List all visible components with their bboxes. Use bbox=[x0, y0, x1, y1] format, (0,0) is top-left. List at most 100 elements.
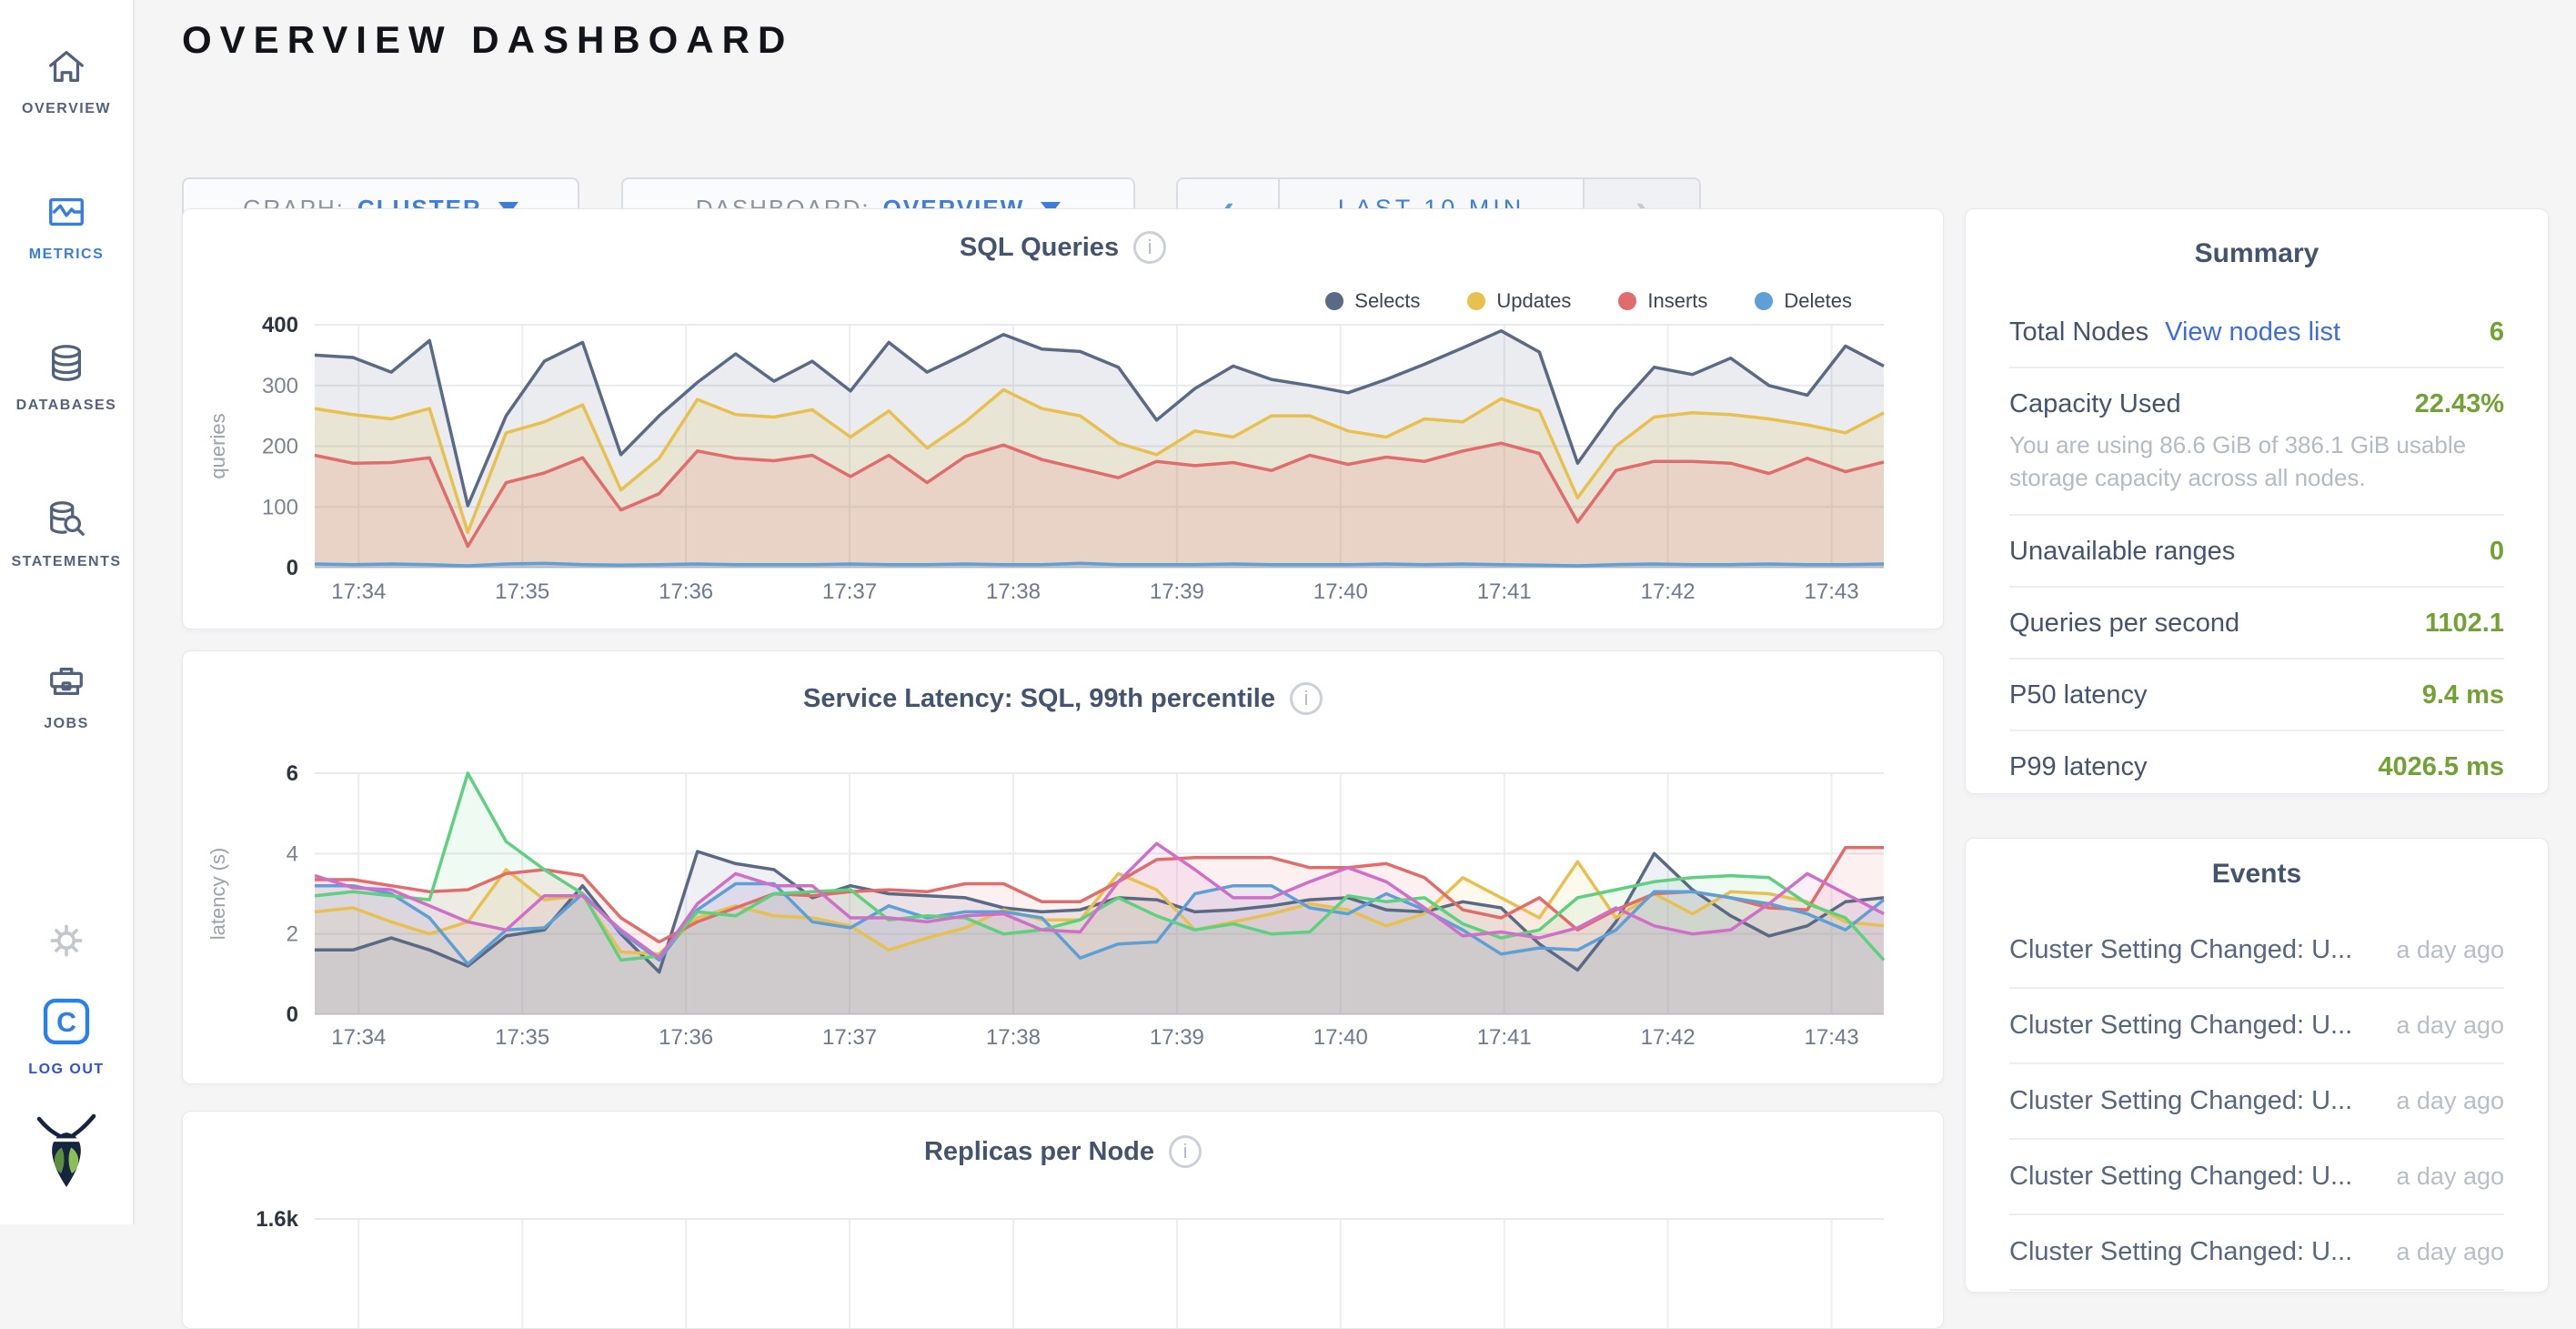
sidebar-item-label: DATABASES bbox=[16, 398, 117, 414]
info-icon[interactable]: i bbox=[1169, 1135, 1202, 1168]
svg-text:17:37: 17:37 bbox=[822, 1025, 877, 1050]
sidebar-item-label: METRICS bbox=[29, 247, 105, 263]
cockroach-bug-icon bbox=[28, 1113, 105, 1200]
summary-row-unavailable-ranges: Unavailable ranges 0 bbox=[2009, 516, 2504, 588]
logout-button[interactable]: C LOG OUT bbox=[0, 995, 133, 1078]
sidebar-item-overview[interactable]: OVERVIEW bbox=[0, 45, 133, 117]
sidebar-item-label: STATEMENTS bbox=[11, 554, 121, 570]
event-time: a day ago bbox=[2396, 936, 2504, 964]
svg-text:17:36: 17:36 bbox=[659, 1025, 713, 1050]
page-title: OVERVIEW DASHBOARD bbox=[182, 18, 793, 62]
svg-text:17:37: 17:37 bbox=[822, 579, 877, 604]
replicas-per-node-chart[interactable]: 1.6k bbox=[183, 1193, 1943, 1329]
sidebar-item-metrics[interactable]: METRICS bbox=[0, 191, 133, 263]
summary-value: 9.4 ms bbox=[2422, 680, 2504, 710]
svg-text:17:42: 17:42 bbox=[1641, 579, 1696, 604]
event-row[interactable]: Cluster Setting Changed: U... a day ago bbox=[2009, 1215, 2504, 1291]
service-latency-panel: Service Latency: SQL, 99th percentile i … bbox=[182, 650, 1944, 1084]
logout-label: LOG OUT bbox=[28, 1062, 104, 1078]
summary-row-p50-latency: P50 latency 9.4 ms bbox=[2009, 659, 2504, 731]
svg-text:4: 4 bbox=[287, 841, 298, 866]
svg-text:400: 400 bbox=[262, 313, 298, 337]
sidebar-item-label: JOBS bbox=[44, 716, 89, 732]
svg-text:17:42: 17:42 bbox=[1641, 1025, 1696, 1050]
svg-text:17:40: 17:40 bbox=[1313, 579, 1368, 604]
event-row[interactable]: Cluster Setting Changed: U... a day ago bbox=[2009, 989, 2504, 1064]
event-text: Cluster Setting Changed: U... bbox=[2009, 1237, 2352, 1267]
view-nodes-list-link[interactable]: View nodes list bbox=[2165, 317, 2340, 347]
event-text: Cluster Setting Changed: U... bbox=[2009, 935, 2352, 965]
events-panel: Events Cluster Setting Changed: U... a d… bbox=[1965, 838, 2549, 1293]
summary-label: Capacity Used bbox=[2009, 389, 2181, 419]
svg-text:300: 300 bbox=[262, 374, 298, 398]
summary-label: P99 latency bbox=[2009, 752, 2148, 782]
database-icon bbox=[45, 342, 87, 388]
svg-text:17:43: 17:43 bbox=[1805, 1025, 1859, 1050]
event-time: a day ago bbox=[2396, 1238, 2504, 1266]
summary-row-queries-per-second: Queries per second 1102.1 bbox=[2009, 588, 2504, 659]
settings-button[interactable] bbox=[0, 921, 133, 965]
chart-title: SQL Queries bbox=[960, 233, 1119, 263]
event-row[interactable]: Cluster Setting Changed: U... a day ago bbox=[2009, 913, 2504, 989]
svg-text:17:41: 17:41 bbox=[1477, 579, 1532, 604]
replicas-per-node-panel: Replicas per Node i 1.6k bbox=[182, 1111, 1944, 1329]
svg-text:latency (s): latency (s) bbox=[206, 848, 229, 940]
svg-text:17:38: 17:38 bbox=[986, 1025, 1041, 1050]
summary-label: P50 latency bbox=[2009, 680, 2148, 710]
legend-dot bbox=[1325, 292, 1343, 310]
svg-text:100: 100 bbox=[262, 495, 298, 519]
summary-panel: Summary Total Nodes View nodes list 6 Ca… bbox=[1965, 208, 2549, 794]
briefcase-icon bbox=[45, 660, 87, 707]
event-text: Cluster Setting Changed: U... bbox=[2009, 1162, 2352, 1192]
legend-dot bbox=[1618, 292, 1636, 310]
svg-text:C: C bbox=[56, 1008, 76, 1038]
sidebar-item-jobs[interactable]: JOBS bbox=[0, 660, 133, 732]
event-time: a day ago bbox=[2396, 1163, 2504, 1191]
sidebar-item-statements[interactable]: STATEMENTS bbox=[0, 498, 133, 570]
svg-text:17:41: 17:41 bbox=[1477, 1025, 1532, 1050]
svg-text:2: 2 bbox=[287, 922, 298, 947]
svg-text:1.6k: 1.6k bbox=[256, 1207, 298, 1232]
chart-title: Service Latency: SQL, 99th percentile bbox=[803, 684, 1275, 714]
summary-value: 22.43% bbox=[2415, 389, 2504, 419]
database-search-icon bbox=[45, 498, 87, 545]
event-row[interactable]: Cluster Setting Changed: U... a day ago bbox=[2009, 1140, 2504, 1215]
info-icon[interactable]: i bbox=[1290, 682, 1323, 715]
event-text: Cluster Setting Changed: U... bbox=[2009, 1011, 2352, 1041]
svg-text:17:38: 17:38 bbox=[986, 579, 1041, 604]
info-icon[interactable]: i bbox=[1133, 231, 1166, 264]
gear-icon bbox=[46, 921, 86, 965]
summary-row-p99-latency: P99 latency 4026.5 ms bbox=[2009, 731, 2504, 794]
legend-dot bbox=[1755, 292, 1773, 310]
summary-row-capacity-used: Capacity Used 22.43% You are using 86.6 … bbox=[2009, 368, 2504, 516]
summary-label: Unavailable ranges bbox=[2009, 537, 2235, 567]
capacity-description: You are using 86.6 GiB of 386.1 GiB usab… bbox=[2009, 428, 2504, 495]
home-icon bbox=[45, 45, 87, 92]
svg-text:queries: queries bbox=[206, 413, 229, 478]
summary-label: Total Nodes bbox=[2009, 317, 2148, 347]
summary-row-total-nodes: Total Nodes View nodes list 6 bbox=[2009, 297, 2504, 368]
cockroach-logo bbox=[0, 1113, 133, 1200]
svg-text:17:40: 17:40 bbox=[1313, 1025, 1368, 1050]
svg-text:17:34: 17:34 bbox=[331, 579, 386, 604]
sql-queries-chart[interactable]: 17:34 17:35 17:36 17:37 17:38 17:39 17:40 17:41… bbox=[183, 309, 1943, 629]
metrics-chart-icon bbox=[45, 191, 87, 237]
summary-value: 0 bbox=[2490, 537, 2504, 567]
svg-text:17:35: 17:35 bbox=[495, 579, 549, 604]
summary-value: 1102.1 bbox=[2425, 609, 2504, 639]
chart-title: Replicas per Node bbox=[924, 1137, 1154, 1167]
legend-dot bbox=[1467, 292, 1485, 310]
sql-queries-panel: SQL Queries i Selects Updates Inserts De… bbox=[182, 208, 1944, 629]
summary-value: 4026.5 ms bbox=[2378, 752, 2504, 782]
svg-text:17:39: 17:39 bbox=[1150, 1025, 1204, 1050]
event-text: Cluster Setting Changed: U... bbox=[2009, 1086, 2352, 1116]
svg-text:17:43: 17:43 bbox=[1805, 579, 1859, 604]
event-row[interactable]: Cluster Setting Changed: U... a day ago bbox=[2009, 1064, 2504, 1140]
service-latency-chart[interactable]: 17:3417:3517:3617:3717:3817:3917:4017:41… bbox=[183, 751, 1943, 1079]
svg-text:200: 200 bbox=[262, 435, 298, 459]
svg-text:17:39: 17:39 bbox=[1150, 579, 1204, 604]
sidebar: OVERVIEW METRICS DATABASES bbox=[0, 0, 135, 1224]
sidebar-item-databases[interactable]: DATABASES bbox=[0, 342, 133, 414]
svg-text:17:36: 17:36 bbox=[659, 579, 713, 604]
summary-label: Queries per second bbox=[2009, 609, 2239, 639]
